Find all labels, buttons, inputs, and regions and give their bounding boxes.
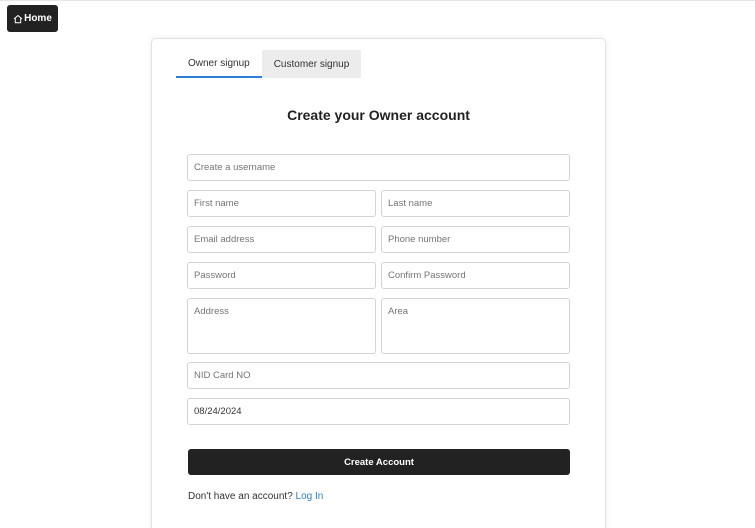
first-name-input[interactable] xyxy=(187,190,376,217)
email-input[interactable] xyxy=(187,226,376,253)
phone-input[interactable] xyxy=(381,226,570,253)
page-title: Create your Owner account xyxy=(287,107,470,123)
home-label: Home xyxy=(24,13,52,24)
login-prompt-text: Don't have an account? xyxy=(188,491,293,502)
area-textarea[interactable] xyxy=(381,298,570,354)
signup-card: Owner signup Customer signup Create your… xyxy=(151,38,606,528)
date-input[interactable] xyxy=(187,398,570,425)
top-divider xyxy=(0,0,755,1)
nid-input[interactable] xyxy=(187,362,570,389)
home-button[interactable]: Home xyxy=(7,5,58,32)
create-account-button[interactable]: Create Account xyxy=(188,449,570,475)
password-input[interactable] xyxy=(187,262,376,289)
login-prompt: Don't have an account? Log In xyxy=(188,491,323,502)
username-input[interactable] xyxy=(187,154,570,181)
login-link[interactable]: Log In xyxy=(296,491,324,502)
tab-customer-signup[interactable]: Customer signup xyxy=(261,50,362,78)
tab-owner-signup[interactable]: Owner signup xyxy=(176,50,262,78)
home-icon xyxy=(13,14,23,23)
last-name-input[interactable] xyxy=(381,190,570,217)
confirm-password-input[interactable] xyxy=(381,262,570,289)
signup-tabs: Owner signup Customer signup xyxy=(176,50,362,78)
address-textarea[interactable] xyxy=(187,298,376,354)
